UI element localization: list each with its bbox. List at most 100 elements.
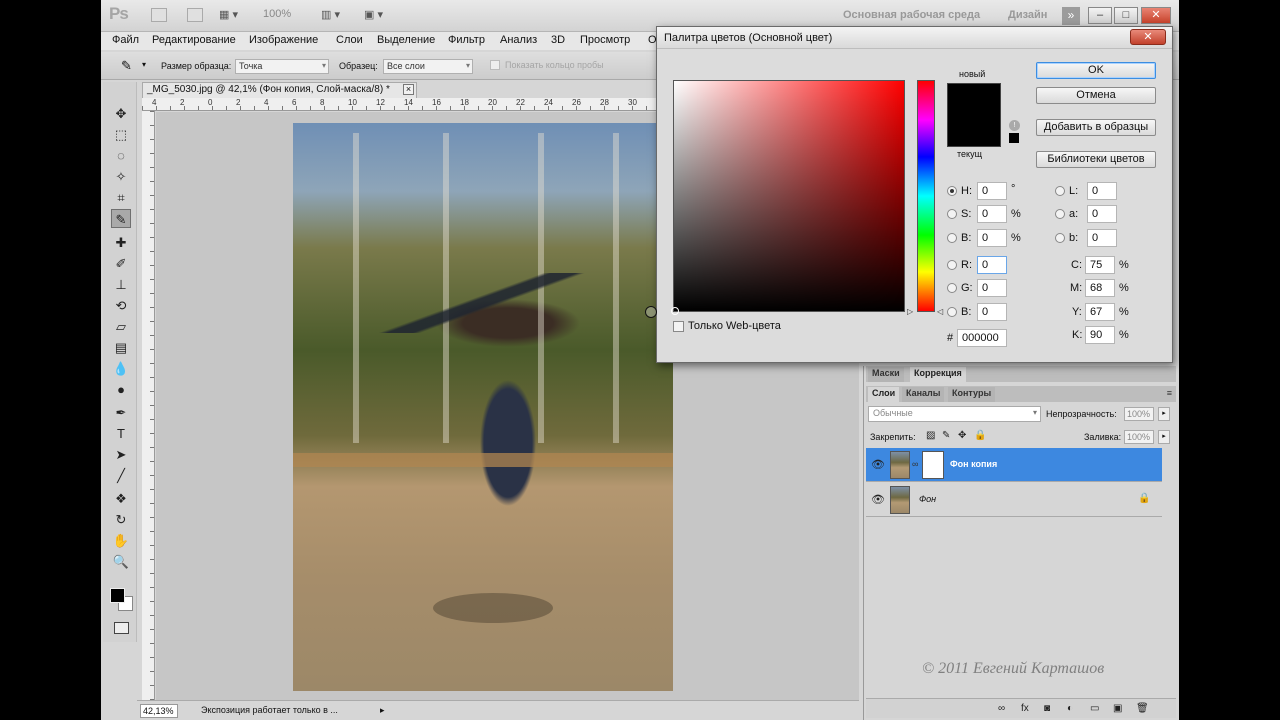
pen-tool-icon[interactable]: ✒: [111, 403, 131, 422]
path-select-tool-icon[interactable]: ➤: [111, 445, 131, 464]
quick-select-tool-icon[interactable]: ✧: [111, 167, 131, 186]
tab-masks[interactable]: Маски: [868, 367, 904, 382]
brightness-radio[interactable]: [947, 233, 957, 243]
zoom-level[interactable]: 100%: [263, 8, 291, 24]
move-tool-icon[interactable]: ✥: [111, 104, 131, 123]
color-libraries-button[interactable]: Библиотеки цветов: [1036, 151, 1156, 168]
history-brush-icon[interactable]: ⟲: [111, 296, 131, 315]
document-tab[interactable]: _MG_5030.jpg @ 42,1% (Фон копия, Слой-ма…: [142, 82, 417, 98]
sample-size-select[interactable]: Точка ▾: [235, 59, 329, 74]
hex-field[interactable]: 000000: [957, 329, 1007, 347]
hand-tool-icon[interactable]: ✋: [111, 531, 131, 550]
3d-orbit-tool-icon[interactable]: ↻: [111, 510, 131, 529]
mini-bridge-icon[interactable]: [187, 8, 203, 22]
new-group-icon[interactable]: ▭: [1090, 703, 1099, 714]
menu-image[interactable]: Изображение: [249, 34, 318, 46]
lab-a-radio[interactable]: [1055, 209, 1065, 219]
tab-channels[interactable]: Каналы: [902, 387, 945, 402]
fill-arrow-icon[interactable]: ▸: [1158, 430, 1170, 444]
layer-style-icon[interactable]: fx: [1021, 703, 1029, 714]
lab-l-radio[interactable]: [1055, 186, 1065, 196]
brightness-field[interactable]: 0: [977, 229, 1007, 247]
green-radio[interactable]: [947, 283, 957, 293]
menu-analysis[interactable]: Анализ: [500, 34, 537, 46]
delete-layer-icon[interactable]: 🗑: [1136, 703, 1149, 714]
bridge-icon[interactable]: [151, 8, 167, 22]
hue-slider[interactable]: [917, 80, 935, 312]
fill-field[interactable]: 100%: [1124, 430, 1154, 444]
link-layers-icon[interactable]: ∞: [998, 703, 1005, 714]
green-field[interactable]: 0: [977, 279, 1007, 297]
blue-radio[interactable]: [947, 307, 957, 317]
menu-view[interactable]: Просмотр: [580, 34, 630, 46]
3d-rotate-tool-icon[interactable]: ❖: [111, 489, 131, 508]
maximize-icon[interactable]: □: [1114, 7, 1138, 24]
minimize-icon[interactable]: –: [1088, 7, 1112, 24]
vertical-ruler[interactable]: [142, 111, 155, 701]
yellow-field[interactable]: 67: [1085, 303, 1115, 321]
color-field-cursor[interactable]: [671, 307, 679, 315]
lab-l-field[interactable]: 0: [1087, 182, 1117, 200]
color-field[interactable]: [673, 80, 905, 312]
lock-all-icon[interactable]: 🔒: [974, 430, 986, 441]
opacity-field[interactable]: 100%: [1124, 407, 1154, 421]
saturation-radio[interactable]: [947, 209, 957, 219]
hue-radio[interactable]: [947, 186, 957, 196]
cancel-button[interactable]: Отмена: [1036, 87, 1156, 104]
foreground-color-swatch[interactable]: [110, 588, 125, 603]
lab-a-field[interactable]: 0: [1087, 205, 1117, 223]
lab-b-field[interactable]: 0: [1087, 229, 1117, 247]
eyedropper-tool-icon[interactable]: ✎: [111, 209, 131, 228]
zoom-tool-icon[interactable]: 🔍: [111, 552, 131, 571]
gradient-tool-icon[interactable]: ▤: [111, 338, 131, 357]
blue-field[interactable]: 0: [977, 303, 1007, 321]
websafe-cube-icon[interactable]: [1009, 133, 1019, 143]
ok-button[interactable]: OK: [1036, 62, 1156, 79]
dodge-tool-icon[interactable]: ●: [111, 380, 131, 399]
add-to-swatches-button[interactable]: Добавить в образцы: [1036, 119, 1156, 136]
eye-icon[interactable]: 👁: [871, 458, 885, 471]
gamut-warning-icon[interactable]: !: [1009, 120, 1020, 131]
brush-tool-icon[interactable]: ✐: [111, 254, 131, 273]
crop-tool-icon[interactable]: ⌗: [111, 188, 131, 207]
extras-icon[interactable]: ▦ ▾: [219, 8, 238, 24]
tab-adjustments[interactable]: Коррекция: [910, 367, 966, 382]
tab-layers[interactable]: Слои: [868, 387, 900, 402]
adjustment-layer-icon[interactable]: ◐: [1067, 703, 1073, 714]
quick-mask-icon[interactable]: [114, 622, 129, 634]
web-colors-only-checkbox[interactable]: [673, 321, 684, 332]
new-current-swatch[interactable]: [947, 83, 1001, 147]
cyan-field[interactable]: 75: [1085, 256, 1115, 274]
tab-paths[interactable]: Контуры: [948, 387, 996, 402]
magenta-field[interactable]: 68: [1085, 279, 1115, 297]
menu-filter[interactable]: Фильтр: [448, 34, 485, 46]
eraser-tool-icon[interactable]: ▱: [111, 317, 131, 336]
menu-3d[interactable]: 3D: [551, 34, 565, 46]
saturation-field[interactable]: 0: [977, 205, 1007, 223]
sample-select[interactable]: Все слои ▾: [383, 59, 473, 74]
chain-link-icon[interactable]: ∞: [912, 459, 918, 469]
stamp-tool-icon[interactable]: ⊥: [111, 275, 131, 294]
close-icon[interactable]: ✕: [1130, 29, 1166, 45]
new-layer-icon[interactable]: ▣: [1113, 703, 1122, 714]
hue-slider-right-marker[interactable]: ◁: [937, 307, 943, 316]
marquee-tool-icon[interactable]: ⬚: [111, 125, 131, 144]
show-ring-checkbox[interactable]: [490, 60, 500, 70]
arrange-documents-icon[interactable]: ▥ ▾: [321, 8, 340, 24]
screen-mode-icon[interactable]: ▣ ▾: [364, 8, 383, 24]
shape-tool-icon[interactable]: ╱: [111, 466, 131, 485]
blend-mode-select[interactable]: Обычные ▾: [868, 406, 1041, 422]
layer-row[interactable]: 👁 Фон 🔒: [866, 483, 1162, 517]
healing-brush-icon[interactable]: ✚: [111, 233, 131, 252]
red-field[interactable]: 0: [977, 256, 1007, 274]
layer-row[interactable]: 👁 ∞ Фон копия: [866, 448, 1162, 482]
menu-file[interactable]: Файл: [112, 34, 139, 46]
workspace-essentials[interactable]: Основная рабочая среда: [843, 9, 980, 21]
blur-tool-icon[interactable]: 💧: [111, 359, 131, 378]
layer-mask-thumbnail[interactable]: [922, 451, 944, 479]
more-workspaces-icon[interactable]: »: [1062, 7, 1080, 25]
lock-transparency-icon[interactable]: ▨: [926, 430, 935, 441]
panel-menu-icon[interactable]: ≡: [1167, 388, 1172, 398]
hue-field[interactable]: 0: [977, 182, 1007, 200]
photo-canvas[interactable]: [293, 123, 673, 691]
